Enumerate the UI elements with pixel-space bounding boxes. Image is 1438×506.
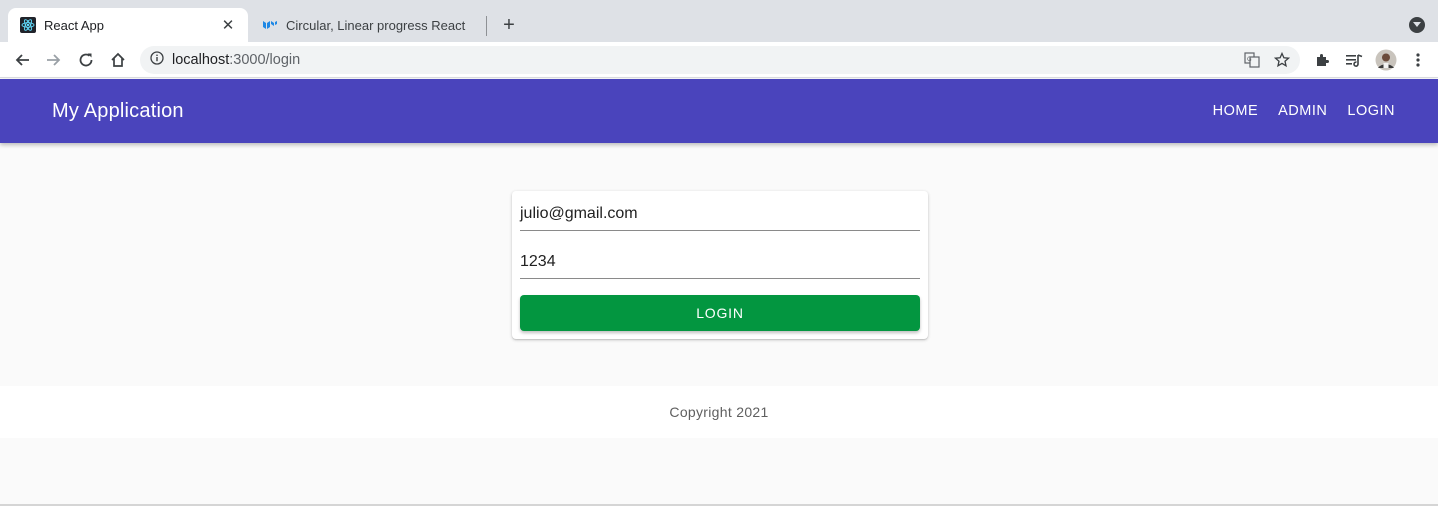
nav-login[interactable]: LOGIN	[1337, 97, 1405, 125]
profile-avatar-icon[interactable]	[1375, 49, 1397, 71]
tab-circular-progress[interactable]: Circular, Linear progress React	[250, 8, 486, 42]
app-nav: HOME ADMIN LOGIN	[1203, 97, 1405, 125]
nav-admin[interactable]: ADMIN	[1268, 97, 1337, 125]
app-title: My Application	[52, 99, 184, 122]
media-queue-icon[interactable]	[1343, 49, 1365, 71]
tab-react-app[interactable]: React App ✕	[8, 8, 248, 42]
app-bar: My Application HOME ADMIN LOGIN	[0, 79, 1438, 143]
tab-title: React App	[44, 17, 104, 33]
new-tab-icon[interactable]: +	[498, 14, 520, 36]
react-icon	[20, 17, 36, 33]
browser-tab-strip: React App ✕ Circular, Linear progress Re…	[0, 0, 1438, 42]
url-host: localhost	[172, 52, 230, 68]
svg-text:G: G	[1247, 56, 1252, 63]
tab-separator	[486, 16, 487, 36]
forward-icon[interactable]	[43, 49, 65, 71]
login-card: julio@gmail.com 1234 LOGIN	[512, 191, 928, 339]
footer: Copyright 2021	[0, 386, 1438, 438]
address-bar[interactable]: localhost:3000/login G	[140, 46, 1300, 74]
copyright-text: Copyright 2021	[669, 404, 769, 420]
home-icon[interactable]	[107, 49, 129, 71]
nav-home[interactable]: HOME	[1203, 97, 1269, 125]
url-text: localhost:3000/login	[172, 52, 300, 68]
tab-search-icon[interactable]	[1409, 17, 1425, 33]
back-icon[interactable]	[11, 49, 33, 71]
login-button[interactable]: LOGIN	[520, 295, 920, 331]
info-icon[interactable]	[150, 50, 164, 70]
bookmark-star-icon[interactable]	[1273, 51, 1291, 73]
translate-icon[interactable]: G	[1244, 52, 1260, 73]
close-icon[interactable]: ✕	[220, 17, 236, 34]
tab-title: Circular, Linear progress React	[286, 17, 466, 33]
browser-toolbar: localhost:3000/login G	[0, 42, 1438, 78]
reload-icon[interactable]	[75, 49, 97, 71]
email-field[interactable]: julio@gmail.com	[520, 199, 920, 231]
mui-icon	[262, 17, 278, 33]
extensions-icon[interactable]	[1311, 49, 1333, 71]
password-field[interactable]: 1234	[520, 247, 920, 279]
browser-menu-icon[interactable]	[1407, 49, 1429, 71]
url-path: :3000/login	[229, 52, 301, 68]
